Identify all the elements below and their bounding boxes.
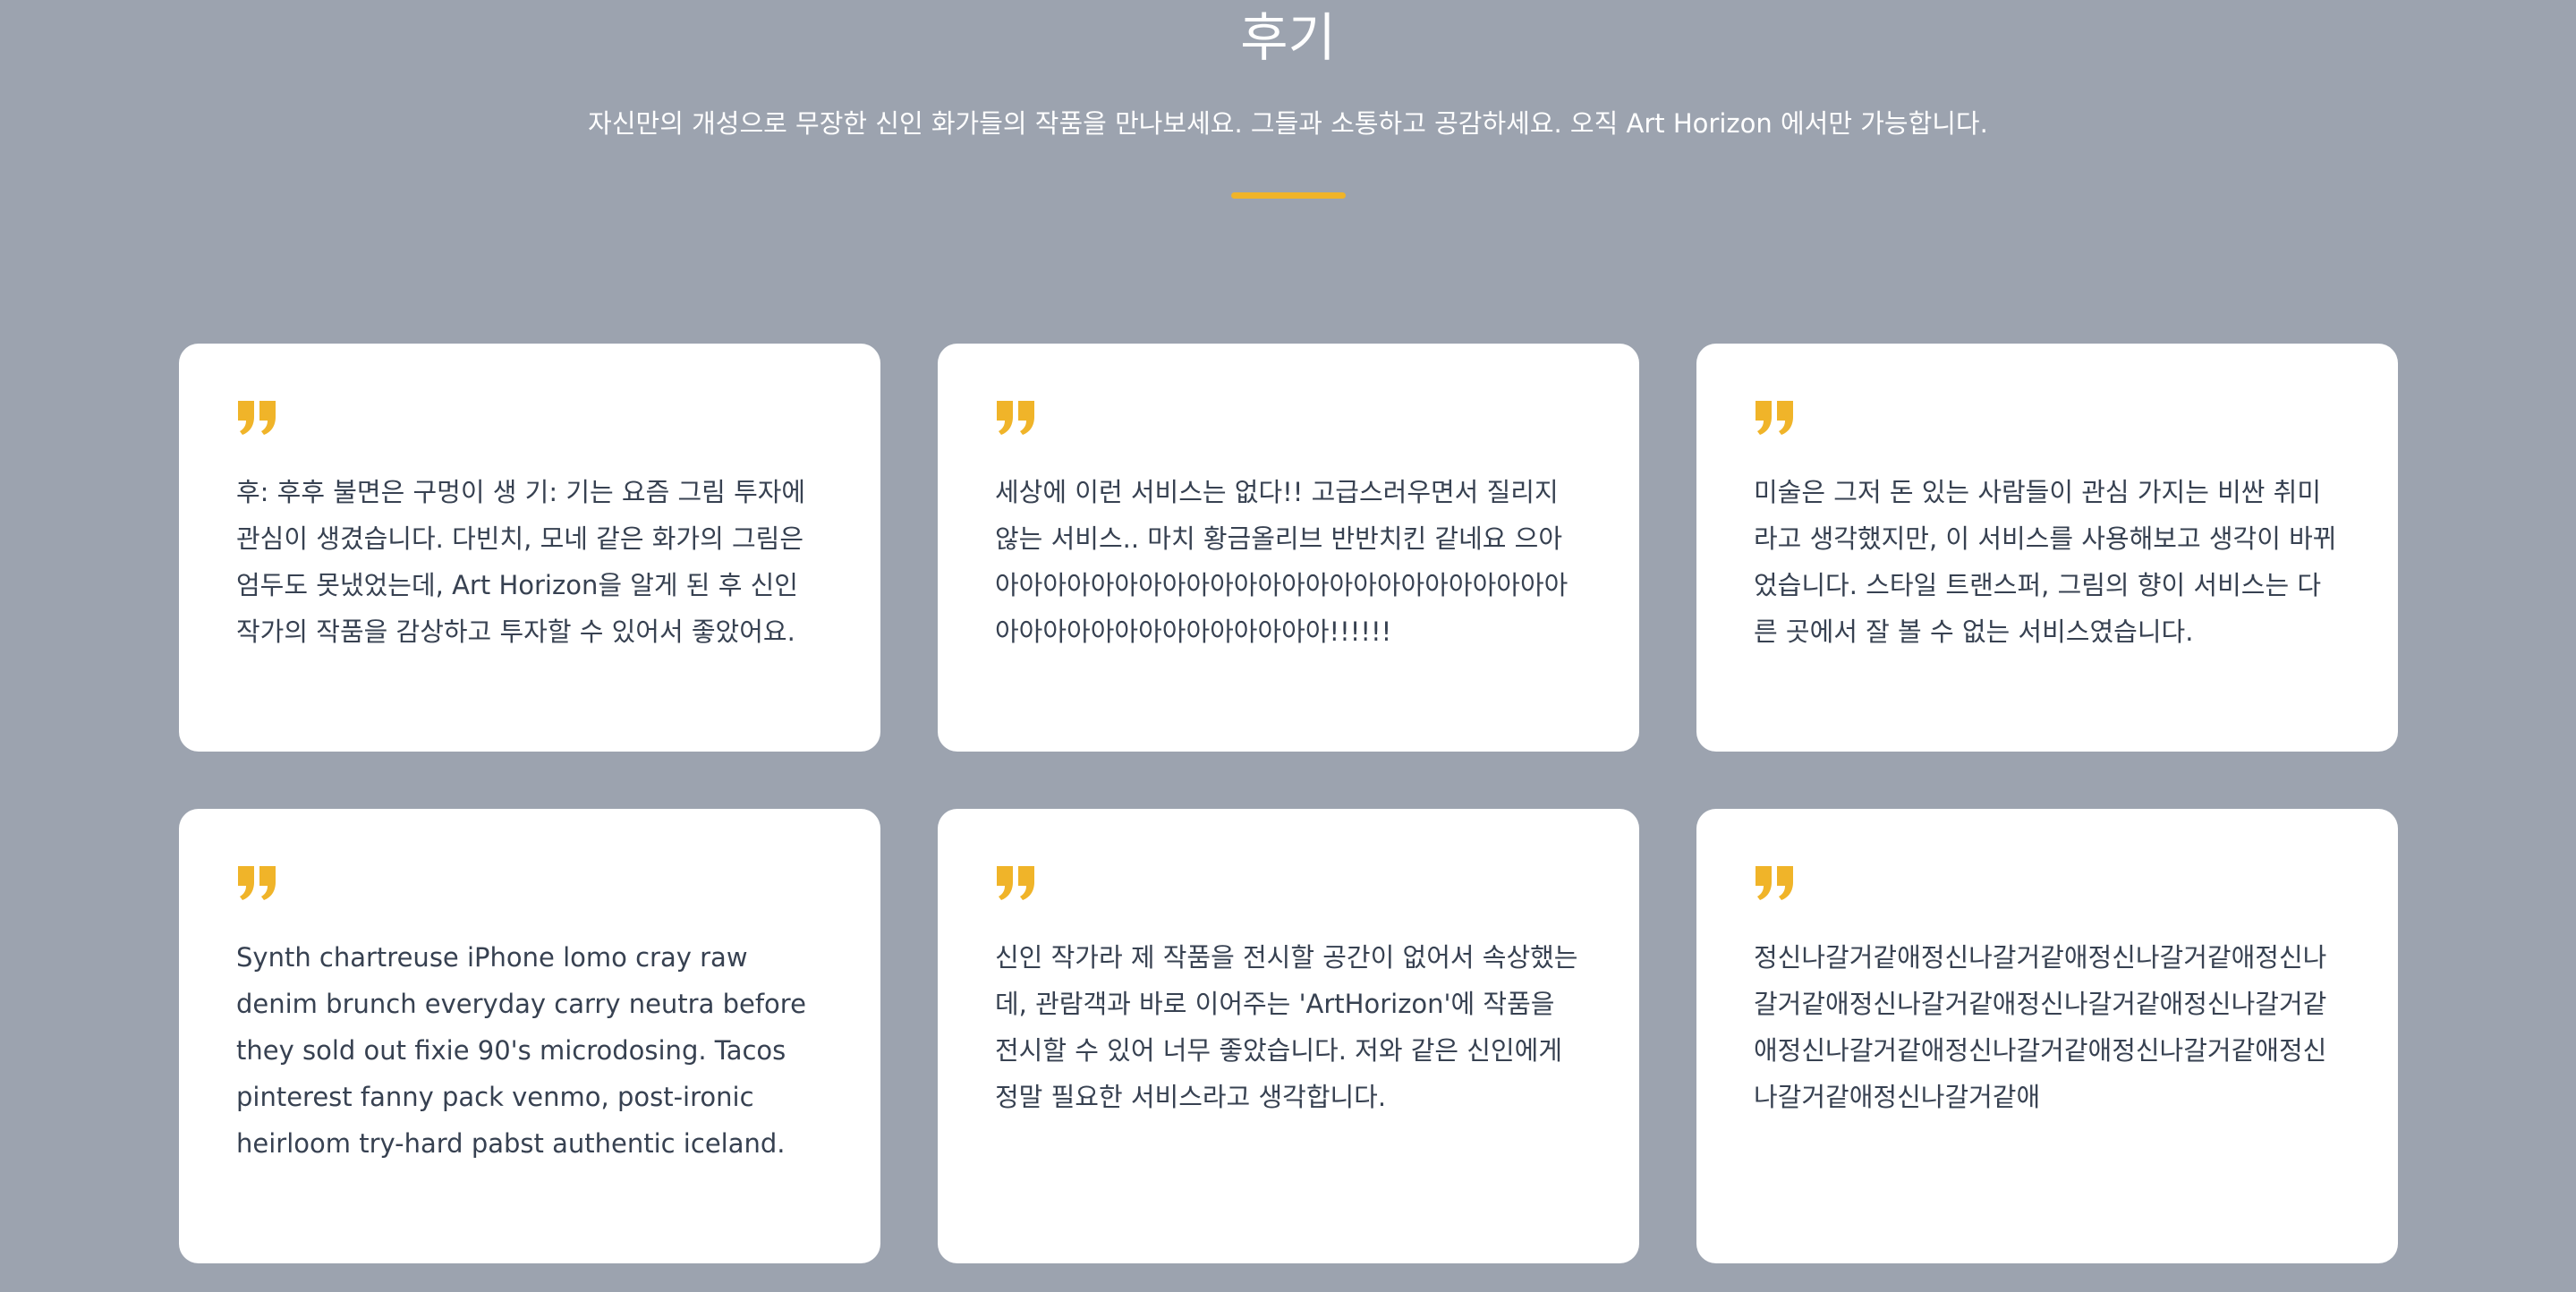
testimonial-text: 신인 작가라 제 작품을 전시할 공간이 없어서 속상했는데, 관람객과 바로 … xyxy=(995,942,1578,1112)
testimonial-card: 정신나갈거같애정신나갈거같애정신나갈거같애정신나갈거같애정신나갈거같애정신나갈거… xyxy=(1696,809,2398,1263)
testimonial-text: 미술은 그저 돈 있는 사람들이 관심 가지는 비싼 취미라고 생각했지만, 이… xyxy=(1754,477,2337,647)
quote-icon xyxy=(1754,399,1795,437)
quote-icon xyxy=(1754,864,1795,902)
testimonial-card: 미술은 그저 돈 있는 사람들이 관심 가지는 비싼 취미라고 생각했지만, 이… xyxy=(1696,344,2398,752)
testimonial-text: Synth chartreuse iPhone lomo cray raw de… xyxy=(236,942,806,1159)
quote-icon xyxy=(236,864,277,902)
quote-icon xyxy=(236,399,277,437)
testimonial-card: 후: 후후 불면은 구멍이 생 기: 기는 요즘 그림 투자에 관심이 생겼습니… xyxy=(179,344,880,752)
quote-icon xyxy=(995,399,1036,437)
testimonial-card: 세상에 이런 서비스는 없다!! 고급스러우면서 질리지 않는 서비스.. 마치… xyxy=(938,344,1639,752)
testimonial-card: 신인 작가라 제 작품을 전시할 공간이 없어서 속상했는데, 관람객과 바로 … xyxy=(938,809,1639,1263)
section-subtitle: 자신만의 개성으로 무장한 신인 화가들의 작품을 만나보세요. 그들과 소통하… xyxy=(588,108,1988,139)
title-underline-divider xyxy=(1231,192,1346,199)
testimonial-text: 후: 후후 불면은 구멍이 생 기: 기는 요즘 그림 투자에 관심이 생겼습니… xyxy=(236,477,806,647)
testimonial-text: 정신나갈거같애정신나갈거같애정신나갈거같애정신나갈거같애정신나갈거같애정신나갈거… xyxy=(1754,942,2327,1112)
testimonial-text: 세상에 이런 서비스는 없다!! 고급스러우면서 질리지 않는 서비스.. 마치… xyxy=(995,477,1569,647)
testimonial-grid: 후: 후후 불면은 구멍이 생 기: 기는 요즘 그림 투자에 관심이 생겼습니… xyxy=(179,344,2398,1263)
testimonial-card: Synth chartreuse iPhone lomo cray raw de… xyxy=(179,809,880,1263)
section-title: 후기 xyxy=(1240,7,1336,68)
quote-icon xyxy=(995,864,1036,902)
testimonials-section: 후기 자신만의 개성으로 무장한 신인 화가들의 작품을 만나보세요. 그들과 … xyxy=(0,0,2576,1292)
